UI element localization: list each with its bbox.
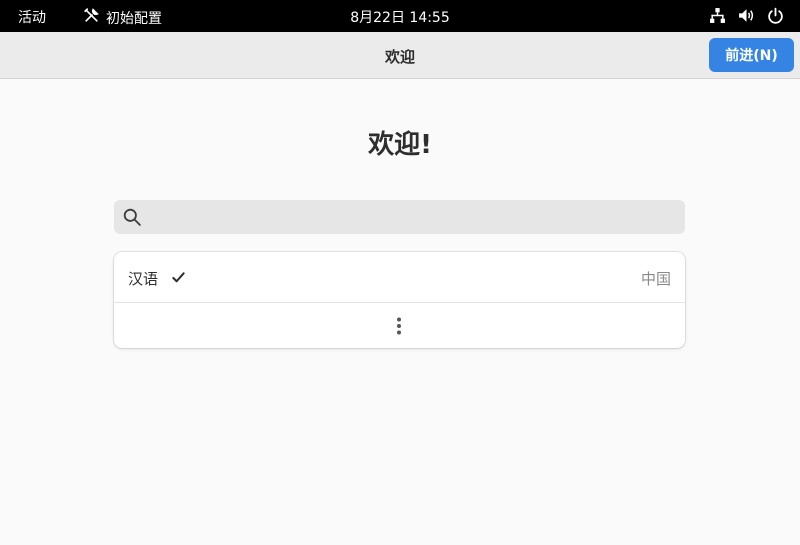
show-more-row[interactable] xyxy=(114,303,685,348)
next-button[interactable]: 前进(N) xyxy=(709,38,794,72)
search-input[interactable] xyxy=(148,200,678,234)
clock[interactable]: 8月22日 14:55 xyxy=(0,7,800,27)
welcome-heading: 欢迎! xyxy=(368,130,432,160)
network-icon[interactable] xyxy=(709,7,726,24)
language-search[interactable] xyxy=(114,200,685,234)
language-region: 中国 xyxy=(640,270,671,288)
language-list: 汉语 中国 xyxy=(114,252,685,348)
list-item-language[interactable]: 汉语 中国 xyxy=(114,252,685,303)
header-bar: 欢迎 前进(N) xyxy=(0,32,800,79)
page-title: 欢迎 xyxy=(384,48,415,66)
more-vertical-icon xyxy=(397,317,401,335)
power-icon[interactable] xyxy=(767,7,784,24)
search-icon xyxy=(123,208,141,226)
language-name: 汉语 xyxy=(128,270,159,288)
checkmark-icon xyxy=(172,272,185,283)
system-tray[interactable] xyxy=(709,7,784,24)
volume-icon[interactable] xyxy=(738,7,755,24)
top-panel: 活动 初始配置 8月22日 14:55 xyxy=(0,0,800,32)
